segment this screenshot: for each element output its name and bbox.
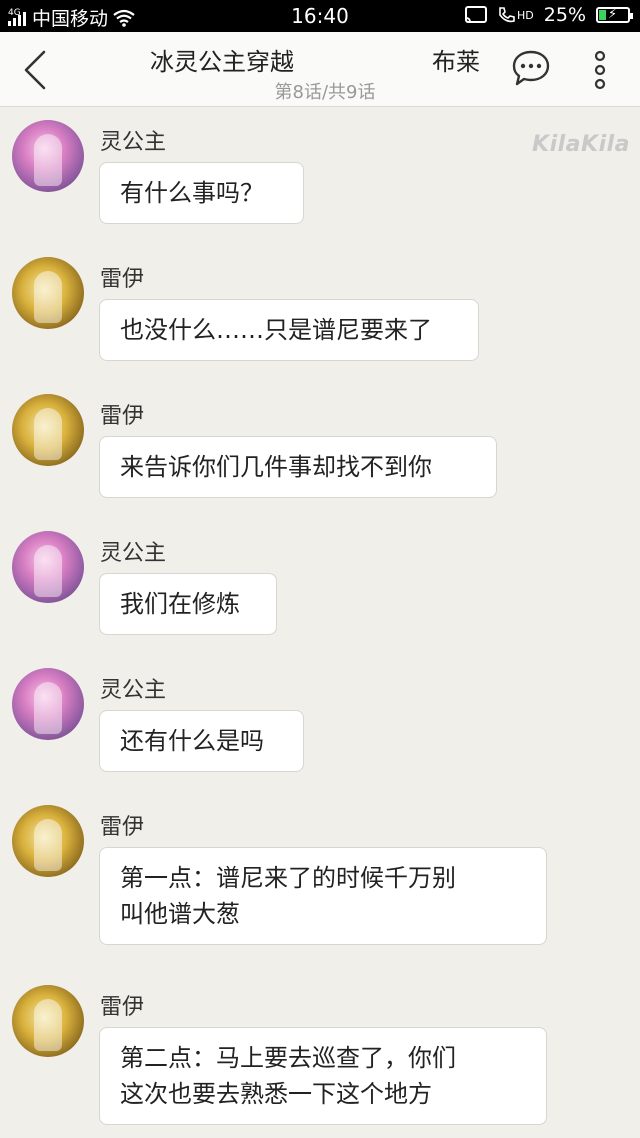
speaker-name: 灵公主 <box>100 678 167 703</box>
episode-indicator: 第8话/共9话 <box>274 82 376 103</box>
status-bar: 4G 中国移动 16:40 HD 25% ⚡ <box>0 0 640 32</box>
avatar[interactable] <box>12 668 84 740</box>
speaker-name: 雷伊 <box>100 404 145 429</box>
message-line: 叫他谱大葱 <box>120 900 240 928</box>
speaker-name: 灵公主 <box>100 541 167 566</box>
cast-icon <box>465 6 488 23</box>
watermark-logo: KilaKila <box>532 132 630 157</box>
back-arrow-icon <box>24 50 46 90</box>
avatar[interactable] <box>12 531 84 603</box>
back-button[interactable] <box>14 46 58 94</box>
avatar[interactable] <box>12 120 84 192</box>
message-bubble: 第二点：马上要去巡查了，你们 这次也要去熟悉一下这个地方 <box>99 1027 547 1125</box>
message-bubble: 也没什么……只是谱尼要来了 <box>99 299 479 361</box>
more-options-button[interactable] <box>584 48 616 92</box>
message-line: 第一点：谱尼来了的时候千万别 <box>120 864 456 892</box>
message-line: 这次也要去熟悉一下这个地方 <box>120 1080 432 1108</box>
battery-icon: ⚡ <box>596 7 633 23</box>
avatar[interactable] <box>12 805 84 877</box>
charging-icon: ⚡ <box>608 7 618 22</box>
message-line: 第二点：马上要去巡查了，你们 <box>120 1044 456 1072</box>
message-bubble: 有什么事吗？ <box>99 162 304 224</box>
message-bubble: 还有什么是吗 <box>99 710 304 772</box>
page-title: 冰灵公主穿越 <box>150 48 294 76</box>
speaker-name: 灵公主 <box>100 130 167 155</box>
page-title-continued: 布莱 <box>432 48 480 76</box>
status-right: HD 25% ⚡ <box>465 4 633 26</box>
more-vertical-icon <box>594 50 606 90</box>
avatar[interactable] <box>12 985 84 1057</box>
message-bubble: 来告诉你们几件事却找不到你 <box>99 436 497 498</box>
message-bubble: 我们在修炼 <box>99 573 277 635</box>
battery-percent: 25% <box>543 4 586 26</box>
nav-bar: 冰灵公主穿越 布莱 第8话/共9话 <box>0 32 640 107</box>
speaker-name: 雷伊 <box>100 267 145 292</box>
comment-button[interactable] <box>510 48 552 90</box>
avatar[interactable] <box>12 394 84 466</box>
speaker-name: 雷伊 <box>100 995 145 1020</box>
comment-icon <box>512 50 550 86</box>
avatar[interactable] <box>12 257 84 329</box>
speaker-name: 雷伊 <box>100 815 145 840</box>
hd-label: HD <box>517 8 534 22</box>
phone-icon <box>499 7 515 23</box>
battery-level <box>599 10 606 20</box>
message-bubble: 第一点：谱尼来了的时候千万别 叫他谱大葱 <box>99 847 547 945</box>
